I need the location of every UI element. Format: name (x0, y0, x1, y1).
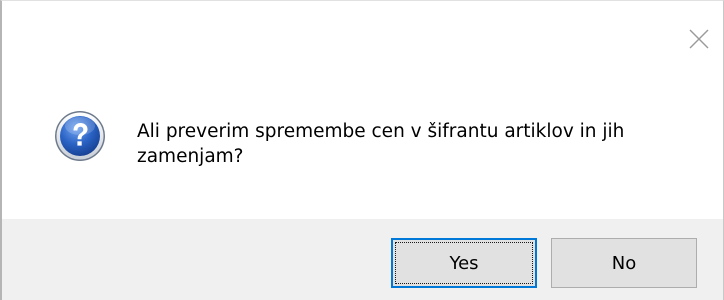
dialog-button-bar: Yes No (2, 219, 723, 300)
yes-button[interactable]: Yes (391, 238, 537, 288)
close-icon[interactable] (685, 25, 713, 53)
dialog-content: Ali preverim spremembe cen v šifrantu ar… (2, 1, 723, 219)
dialog-message: Ali preverim spremembe cen v šifrantu ar… (137, 121, 625, 167)
message-dialog: Ali preverim spremembe cen v šifrantu ar… (0, 0, 724, 300)
question-icon (54, 110, 106, 162)
no-button[interactable]: No (551, 238, 697, 288)
